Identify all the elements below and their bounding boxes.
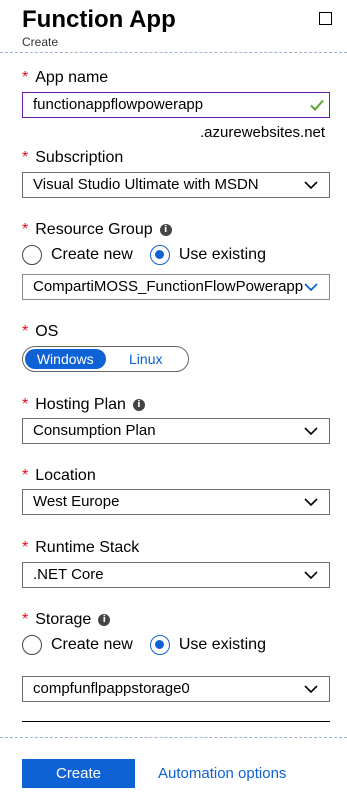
- required-asterisk: *: [22, 69, 29, 86]
- runtime-stack-label: * Runtime Stack: [22, 538, 139, 558]
- runtime-stack-select[interactable]: .NET Core: [22, 562, 330, 588]
- resource-group-label-text: Resource Group: [35, 221, 153, 238]
- runtime-stack-value: .NET Core: [33, 566, 104, 583]
- location-value: West Europe: [33, 493, 120, 510]
- subscription-label-text: Subscription: [35, 149, 124, 166]
- storage-label-text: Storage: [35, 611, 92, 628]
- storage-label: * Storage i: [22, 610, 111, 630]
- subscription-label: * Subscription: [22, 148, 123, 168]
- os-option-windows[interactable]: Windows: [25, 349, 106, 369]
- hosting-plan-select[interactable]: Consumption Plan: [22, 418, 330, 444]
- storage-value: compfunflpappstorage0: [33, 680, 190, 697]
- location-select[interactable]: West Europe: [22, 489, 330, 515]
- checkmark-icon: [310, 93, 324, 117]
- app-name-label: * App name: [22, 68, 108, 88]
- section-divider: [22, 721, 330, 722]
- automation-options-link[interactable]: Automation options: [158, 764, 286, 784]
- os-toggle: Windows Linux: [22, 346, 189, 372]
- info-icon[interactable]: i: [98, 614, 111, 626]
- chevron-down-icon: [304, 419, 318, 443]
- storage-select[interactable]: compfunflpappstorage0: [22, 676, 330, 702]
- create-new-label: Create new: [51, 636, 133, 653]
- chevron-down-icon: [304, 173, 318, 197]
- use-existing-label: Use existing: [178, 636, 266, 653]
- app-name-input[interactable]: functionappflowpowerapp: [22, 92, 330, 118]
- chevron-down-icon: [304, 490, 318, 514]
- required-asterisk: *: [22, 323, 29, 340]
- resource-group-radio-group: Create new Use existing: [22, 243, 266, 267]
- create-new-label: Create new: [51, 246, 133, 263]
- footer-divider: [0, 737, 347, 738]
- subscription-value: Visual Studio Ultimate with MSDN: [33, 176, 259, 193]
- radio-button[interactable]: [22, 245, 42, 265]
- chevron-down-icon: [304, 563, 318, 587]
- required-asterisk: *: [22, 221, 29, 238]
- use-existing-label: Use existing: [178, 246, 266, 263]
- required-asterisk: *: [22, 149, 29, 166]
- radio-button-selected[interactable]: [149, 245, 170, 265]
- required-asterisk: *: [22, 467, 29, 484]
- os-label-text: OS: [35, 323, 59, 340]
- radio-button[interactable]: [22, 635, 42, 655]
- os-label: * OS: [22, 322, 58, 342]
- maximize-icon[interactable]: [319, 12, 332, 25]
- resource-group-value: CompartiMOSS_FunctionFlowPowerapps: [33, 278, 303, 295]
- location-label-text: Location: [35, 467, 96, 484]
- storage-create-new-option[interactable]: Create new: [22, 635, 133, 655]
- hosting-plan-label-text: Hosting Plan: [35, 396, 126, 413]
- location-label: * Location: [22, 466, 96, 486]
- resource-group-create-new-option[interactable]: Create new: [22, 245, 133, 265]
- radio-button-selected[interactable]: [149, 635, 170, 655]
- hosting-plan-label: * Hosting Plan i: [22, 395, 145, 415]
- blade-subtitle: Create: [22, 35, 59, 49]
- resource-group-use-existing-option[interactable]: Use existing: [149, 245, 266, 265]
- blade-title: Function App: [22, 6, 176, 33]
- info-icon[interactable]: i: [132, 399, 145, 411]
- required-asterisk: *: [22, 611, 29, 628]
- domain-suffix: .azurewebsites.net: [200, 124, 326, 141]
- storage-use-existing-option[interactable]: Use existing: [149, 635, 266, 655]
- info-icon[interactable]: i: [159, 224, 172, 236]
- os-option-linux[interactable]: Linux: [106, 349, 187, 369]
- header-divider: [0, 52, 347, 53]
- app-name-label-text: App name: [35, 69, 109, 86]
- required-asterisk: *: [22, 396, 29, 413]
- chevron-down-icon: [304, 275, 318, 299]
- create-button[interactable]: Create: [22, 759, 135, 788]
- required-asterisk: *: [22, 539, 29, 556]
- app-name-value: functionappflowpowerapp: [33, 96, 204, 113]
- hosting-plan-value: Consumption Plan: [33, 422, 156, 439]
- chevron-down-icon: [304, 677, 318, 701]
- resource-group-label: * Resource Group i: [22, 220, 172, 240]
- runtime-stack-label-text: Runtime Stack: [35, 539, 140, 556]
- resource-group-select[interactable]: CompartiMOSS_FunctionFlowPowerapps: [22, 274, 330, 300]
- storage-radio-group: Create new Use existing: [22, 633, 266, 657]
- subscription-select[interactable]: Visual Studio Ultimate with MSDN: [22, 172, 330, 198]
